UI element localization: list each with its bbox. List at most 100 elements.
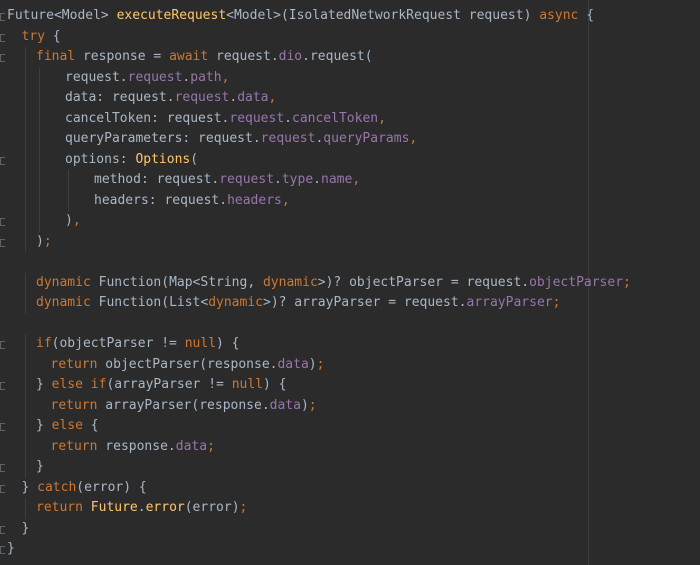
code-line-content: } catch(error) {: [22, 480, 147, 495]
code-token: response =: [75, 49, 170, 64]
code-line-content: final response = await request.dio.reque…: [36, 49, 373, 64]
code-token: data: request.: [65, 90, 175, 105]
code-token: Future<Model>: [7, 8, 117, 23]
code-line-content: if(objectParser != null) {: [36, 336, 240, 351]
code-token: return: [50, 397, 98, 413]
code-token: null: [184, 336, 217, 351]
code-token: }: [21, 520, 30, 536]
code-line[interactable]: return objectParser(response.data);: [7, 354, 697, 375]
code-line-content: dynamic Function(List<dynamic>)? arrayPa…: [36, 295, 560, 310]
code-line[interactable]: [7, 314, 697, 335]
code-line[interactable]: data: request.request.data,: [7, 88, 697, 109]
code-line[interactable]: request.request.path,: [7, 67, 697, 88]
code-token: .: [313, 172, 321, 187]
code-line-content: dynamic Function(Map<String, dynamic>)? …: [36, 275, 631, 290]
indent-guide: [24, 395, 26, 416]
fold-marker-icon[interactable]: [0, 484, 5, 493]
code-line[interactable]: } else if(arrayParser != null) {: [0, 375, 697, 396]
code-token: >)? arrayParser = request.: [263, 295, 467, 310]
code-token: name: [321, 172, 353, 187]
code-line-content: ),: [65, 213, 81, 228]
indent-guide: [24, 457, 26, 478]
code-token: Options: [135, 151, 191, 167]
fold-marker-icon[interactable]: [0, 156, 5, 165]
fold-marker-icon[interactable]: [0, 341, 5, 349]
code-line[interactable]: options: Options(: [0, 149, 697, 170]
code-line-content: return response.data;: [51, 439, 215, 454]
code-token: ;: [239, 500, 248, 515]
code-line[interactable]: method: request.request.type.name,: [7, 170, 697, 191]
code-line-content: data: request.request.data,: [65, 90, 276, 105]
fold-marker-icon[interactable]: [0, 238, 5, 247]
code-line[interactable]: } catch(error) {: [0, 478, 697, 499]
code-token: request: [174, 90, 230, 105]
code-line[interactable]: if(objectParser != null) {: [0, 334, 697, 355]
code-line[interactable]: return response.data;: [7, 436, 697, 457]
fold-marker-icon[interactable]: [0, 13, 5, 21]
code-line[interactable]: }: [0, 457, 697, 478]
code-line[interactable]: dynamic Function(List<dynamic>)? arrayPa…: [7, 293, 697, 314]
fold-marker-icon[interactable]: [0, 33, 5, 42]
fold-marker-icon[interactable]: [0, 423, 5, 431]
code-line[interactable]: Future<Model> executeRequest<Model>(Isol…: [0, 6, 697, 27]
code-token: request: [260, 131, 316, 146]
code-line[interactable]: cancelToken: request.request.cancelToken…: [7, 108, 697, 129]
code-line-content: }: [22, 521, 30, 536]
code-token: ): [36, 233, 44, 249]
code-line-content: return Future.error(error);: [36, 500, 247, 515]
code-line-content: options: Options(: [65, 152, 198, 167]
code-token: request.: [208, 49, 279, 64]
code-line[interactable]: try {: [0, 27, 697, 48]
code-token: dio: [278, 49, 303, 64]
code-line[interactable]: return Future.error(error);: [7, 498, 697, 519]
code-token: dynamic: [36, 274, 91, 290]
code-line-content: Future<Model> executeRequest<Model>(Isol…: [7, 8, 594, 23]
code-token: >)? objectParser = request.: [317, 274, 530, 290]
fold-marker-icon[interactable]: [0, 54, 5, 62]
fold-marker-icon[interactable]: [0, 464, 5, 472]
code-token: headers: [227, 192, 282, 208]
code-token: return: [36, 500, 83, 515]
code-token: await: [169, 49, 209, 64]
code-line[interactable]: );: [0, 231, 697, 252]
code-line[interactable]: ),: [0, 211, 697, 232]
code-line[interactable]: }: [0, 519, 697, 540]
code-token: data: [277, 356, 309, 372]
code-editor[interactable]: Future<Model> executeRequest<Model>(Isol…: [0, 0, 700, 565]
code-token: ,: [352, 172, 361, 187]
code-token: data: [237, 90, 269, 105]
code-token: objectParser(response.: [97, 356, 278, 372]
code-line-content: return objectParser(response.data);: [51, 357, 325, 372]
code-token: catch: [37, 479, 77, 495]
fold-marker-icon[interactable]: [0, 218, 5, 226]
code-token: data: [175, 438, 208, 454]
code-token: ,: [378, 110, 386, 126]
code-line[interactable]: [7, 252, 697, 273]
indent-guide: [24, 190, 26, 211]
code-token: ) {: [216, 336, 240, 351]
code-token: ,: [409, 131, 418, 146]
code-token: final: [36, 49, 76, 64]
code-line-content: }: [36, 459, 44, 474]
code-line[interactable]: dynamic Function(Map<String, dynamic>)? …: [7, 272, 697, 293]
code-line[interactable]: }: [0, 539, 697, 560]
code-area[interactable]: Future<Model> executeRequest<Model>(Isol…: [0, 6, 697, 560]
code-token: Function(List<: [90, 295, 209, 310]
indent-guide: [24, 88, 26, 109]
indent-guide: [24, 129, 26, 150]
fold-marker-icon[interactable]: [0, 382, 5, 390]
code-line-content: }: [7, 541, 15, 556]
indent-guide: [24, 108, 26, 129]
fold-marker-icon[interactable]: [0, 546, 5, 554]
code-line[interactable]: final response = await request.dio.reque…: [0, 47, 697, 68]
fold-marker-icon[interactable]: [0, 525, 5, 534]
indent-guide: [39, 108, 40, 129]
code-line[interactable]: headers: request.headers,: [7, 190, 697, 211]
indent-guide: [39, 190, 40, 211]
code-line[interactable]: return arrayParser(response.data);: [7, 395, 697, 416]
code-token: {: [44, 28, 61, 44]
code-token: ,: [268, 90, 277, 105]
code-line[interactable]: queryParameters: request.request.queryPa…: [7, 129, 697, 150]
code-line[interactable]: } else {: [0, 416, 697, 437]
